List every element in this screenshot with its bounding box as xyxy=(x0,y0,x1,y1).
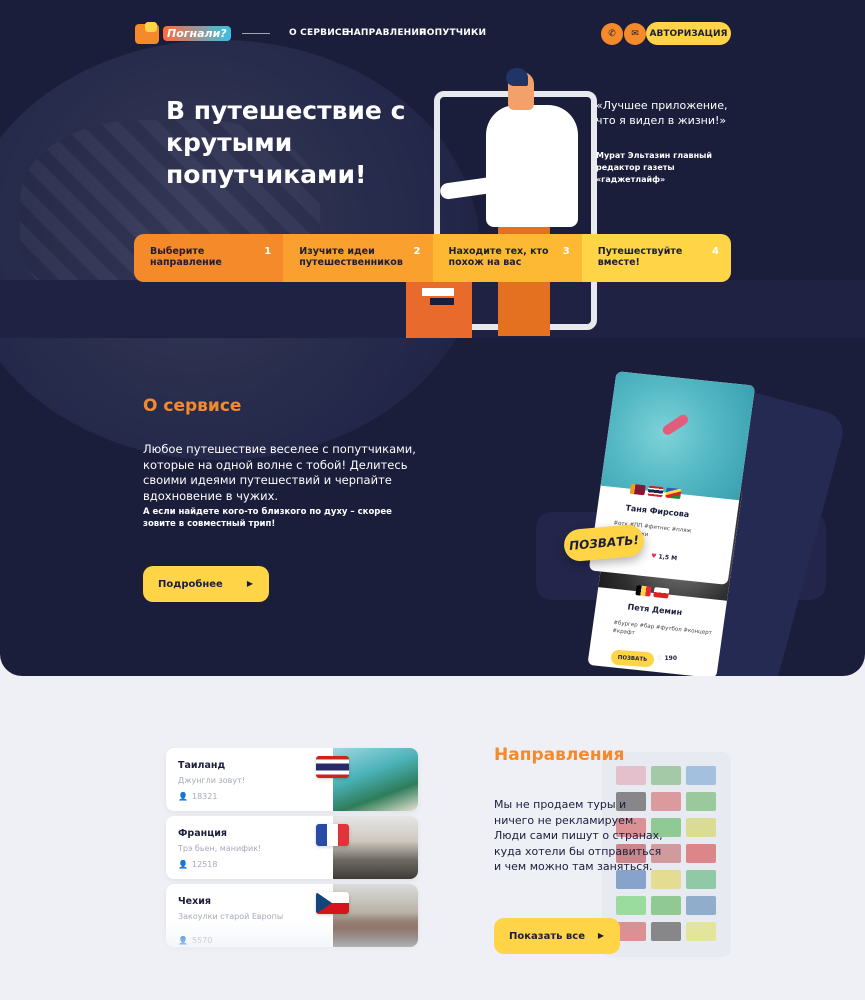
dark-section: Погнали? О СЕРВИСЕ НАПРАВЛЕНИЯ ПОПУТЧИКИ… xyxy=(0,0,865,676)
arrow-right-icon: ▶ xyxy=(246,579,253,588)
about-bold-text: А если найдете кого-то близкого по духу … xyxy=(143,507,392,529)
heart-icon: ♥ xyxy=(650,552,657,561)
testimonial-quote: «Лучшее приложение, что я видел в жизни!… xyxy=(596,99,728,127)
nav-directions[interactable]: НАПРАВЛЕНИЯ xyxy=(346,28,426,38)
france-flag-icon xyxy=(316,824,349,846)
show-all-label: Показать все xyxy=(509,930,585,942)
person-icon: 👤 xyxy=(178,860,188,869)
suitcase-illustration xyxy=(406,276,472,338)
direction-subtitle: Джунгли зовут! xyxy=(178,776,245,785)
profile-likes: ♥ 1,5 M xyxy=(651,553,678,563)
direction-card-france[interactable]: Франция Трэ бьен, манифик! 👤 12518 xyxy=(166,816,418,879)
more-button-label: Подробнее xyxy=(158,578,223,590)
list-fade-overlay xyxy=(160,920,430,970)
nav-about[interactable]: О СЕРВИСЕ xyxy=(289,28,348,38)
direction-name: Чехия xyxy=(178,896,212,907)
profile2-likes: ♡ 190 xyxy=(657,655,677,662)
direction-name: Таиланд xyxy=(178,760,226,771)
step-number: 2 xyxy=(413,246,421,257)
direction-count: 12518 xyxy=(192,860,218,869)
profile-flags xyxy=(635,585,670,599)
mail-button[interactable]: ✉ xyxy=(624,23,646,45)
direction-card-thailand[interactable]: Таиланд Джунгли зовут! 👤 18321 xyxy=(166,748,418,811)
traveler-body xyxy=(486,105,578,227)
step-number: 4 xyxy=(712,246,719,257)
step-number: 1 xyxy=(264,246,272,257)
likes-count: 190 xyxy=(664,655,678,662)
step-label: Путешествуйте вместе! xyxy=(597,246,683,268)
profile-tags: #бургер #бар #футбол #концерт #крафт xyxy=(611,620,713,637)
page: Погнали? О СЕРВИСЕ НАПРАВЛЕНИЯ ПОПУТЧИКИ… xyxy=(0,0,865,1000)
mail-icon: ✉ xyxy=(631,29,639,39)
direction-name: Франция xyxy=(178,828,227,839)
direction-subtitle: Трэ бьен, манифик! xyxy=(178,844,262,853)
step-label: Находите тех, кто похож на вас xyxy=(448,246,549,268)
step-1[interactable]: Выберите направление 1 xyxy=(134,234,284,282)
directions-text: Мы не продаем туры и ничего не рекламиру… xyxy=(494,798,663,873)
steps-bar: Выберите направление 1 Изучите идеи путе… xyxy=(134,234,731,282)
nav-companions[interactable]: ПОПУТЧИКИ xyxy=(419,28,486,38)
traveler-hair xyxy=(506,68,528,86)
about-text: Любое путешествие веселее с попутчиками,… xyxy=(143,442,416,503)
logo-text: Погнали? xyxy=(163,26,231,41)
step-label: Выберите направление xyxy=(150,246,222,268)
invite-small-button[interactable]: ПОЗВАТЬ xyxy=(610,649,655,668)
step-3[interactable]: Находите тех, кто похож на вас 3 xyxy=(432,234,582,282)
directions-title: Направления xyxy=(494,745,625,765)
like-icon: ♡ xyxy=(657,655,663,662)
show-all-button[interactable]: Показать все ▶ xyxy=(494,918,620,954)
more-button[interactable]: Подробнее ▶ xyxy=(143,566,269,602)
logo[interactable]: Погнали? xyxy=(135,22,231,46)
step-4[interactable]: Путешествуйте вместе! 4 xyxy=(581,234,731,282)
arrow-right-icon: ▶ xyxy=(597,931,604,940)
step-2[interactable]: Изучите идеи путешественников 2 xyxy=(283,234,433,282)
step-label: Изучите идеи путешественников xyxy=(299,246,403,268)
auth-button[interactable]: АВТОРИЗАЦИЯ xyxy=(646,22,731,45)
suitcase-small-icon xyxy=(145,22,157,32)
czechia-flag-icon xyxy=(316,892,349,914)
phone-icon: ✆ xyxy=(608,29,616,39)
step-number: 3 xyxy=(562,246,570,257)
thailand-flag-icon xyxy=(316,756,349,778)
profile-photo xyxy=(600,371,756,501)
likes-count: 1,5 M xyxy=(657,553,678,563)
person-icon: 👤 xyxy=(178,792,188,801)
direction-count: 18321 xyxy=(192,792,218,801)
nav-divider xyxy=(242,33,270,34)
hero-title: В путешествие с крутыми попутчиками! xyxy=(166,96,406,189)
about-title: О сервисе xyxy=(143,396,242,416)
profile-name: Петя Демин xyxy=(627,602,683,618)
flag-triangle xyxy=(316,892,332,914)
profile-name: Таня Фирсова xyxy=(624,503,690,520)
phone-button[interactable]: ✆ xyxy=(601,23,623,45)
testimonial-author: Мурат Эльтазин главный редактор газеты «… xyxy=(596,151,712,184)
